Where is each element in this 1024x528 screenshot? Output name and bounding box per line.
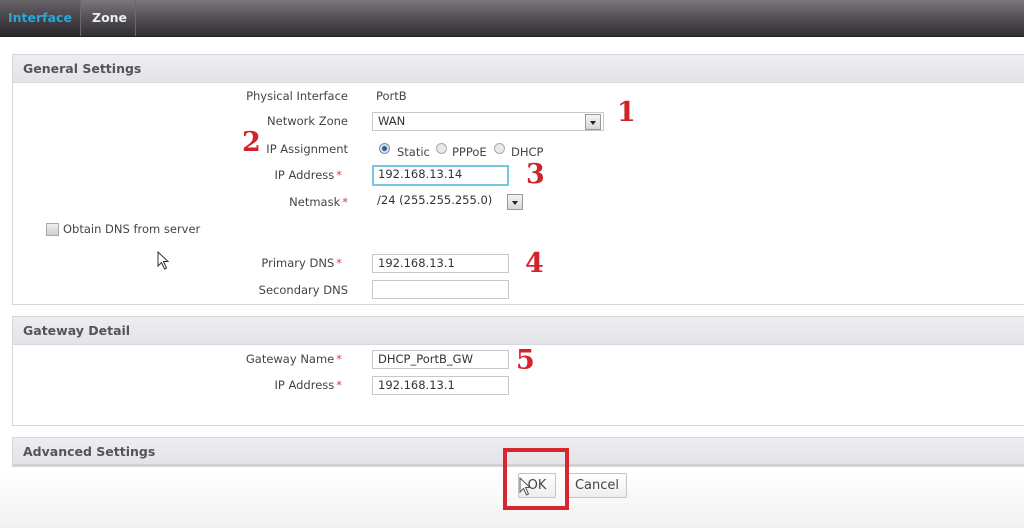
obtain-dns-label[interactable]: Obtain DNS from server (63, 222, 200, 236)
radio-pppoe[interactable] (436, 143, 447, 154)
physical-interface-value: PortB (376, 89, 407, 103)
netmask-value: /24 (255.255.255.0) (377, 193, 493, 207)
gateway-name-input[interactable]: DHCP_PortB_GW (372, 350, 509, 369)
primary-dns-input[interactable]: 192.168.13.1 (372, 254, 509, 273)
network-zone-value: WAN (378, 114, 406, 128)
radio-dhcp[interactable] (494, 143, 505, 154)
primary-dns-label: Primary DNS * (180, 256, 342, 270)
network-zone-label: Network Zone (267, 114, 348, 128)
required-marker: * (336, 168, 342, 182)
cancel-button[interactable]: Cancel (567, 473, 627, 498)
radio-static-label[interactable]: Static (397, 145, 430, 159)
annotation-2: 2 (242, 127, 261, 158)
network-zone-dropdown-icon[interactable] (585, 114, 601, 130)
top-nav-bar: Interface Zone (0, 0, 1024, 37)
annotation-5: 5 (516, 345, 535, 376)
gateway-name-label: Gateway Name * (180, 352, 342, 366)
gateway-name-label-text: Gateway Name (245, 352, 335, 366)
netmask-select[interactable]: /24 (255.255.255.0) (372, 192, 525, 211)
netmask-label: Netmask * (180, 195, 348, 209)
tab-zone[interactable]: Zone (84, 0, 137, 36)
required-marker: * (336, 256, 342, 270)
secondary-dns-label: Secondary DNS (258, 283, 348, 297)
annotation-3: 3 (526, 159, 545, 190)
ok-button-highlight (503, 448, 569, 510)
ip-address-label: IP Address * (180, 168, 342, 182)
radio-dhcp-label[interactable]: DHCP (511, 145, 543, 159)
annotation-1: 1 (617, 97, 636, 128)
gateway-detail-header[interactable]: Gateway Detail (13, 317, 1024, 345)
netmask-dropdown-icon[interactable] (507, 194, 523, 210)
gateway-ip-address-label-text: IP Address (274, 378, 335, 392)
ip-address-label-text: IP Address (274, 168, 335, 182)
gateway-ip-address-input[interactable]: 192.168.13.1 (372, 376, 509, 395)
required-marker: * (336, 352, 342, 366)
radio-pppoe-label[interactable]: PPPoE (452, 145, 487, 159)
secondary-dns-input[interactable] (372, 280, 509, 299)
tab-interface[interactable]: Interface (0, 0, 81, 36)
primary-dns-label-text: Primary DNS (261, 256, 335, 270)
physical-interface-label: Physical Interface (246, 89, 348, 103)
gateway-ip-address-label: IP Address * (180, 378, 342, 392)
ip-assignment-label: IP Assignment (266, 142, 348, 156)
mouse-cursor-icon (157, 251, 170, 270)
required-marker: * (342, 195, 348, 209)
ip-address-input[interactable]: 192.168.13.14 (372, 165, 509, 186)
required-marker: * (336, 378, 342, 392)
annotation-4: 4 (525, 248, 544, 279)
obtain-dns-checkbox[interactable] (46, 223, 59, 236)
general-settings-header[interactable]: General Settings (13, 55, 1024, 83)
radio-static[interactable] (379, 143, 390, 154)
network-zone-select[interactable]: WAN (372, 112, 604, 131)
netmask-label-text: Netmask (289, 195, 341, 209)
